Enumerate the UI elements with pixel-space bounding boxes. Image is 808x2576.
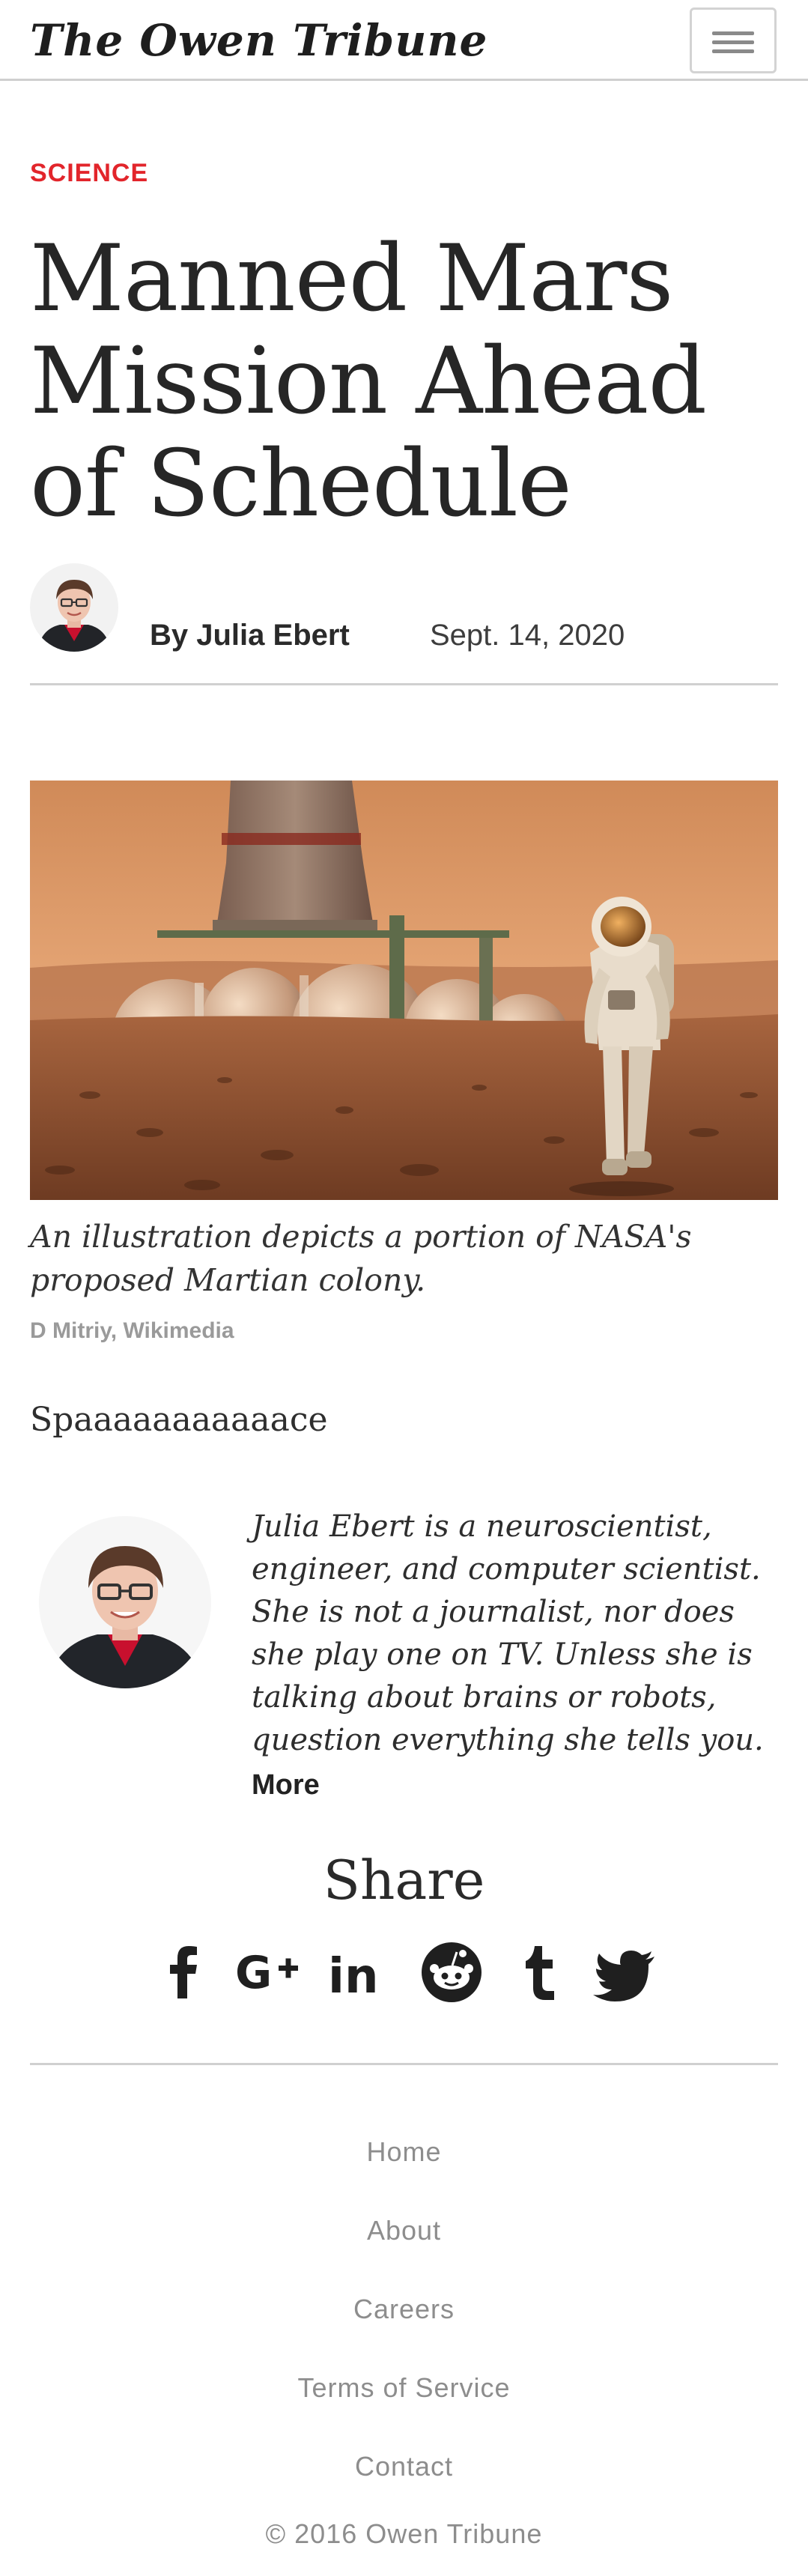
google-plus-icon[interactable]: G [234, 1939, 301, 2006]
share-icons: G in [150, 1939, 659, 2006]
footer-link-contact[interactable]: Contact [0, 2451, 808, 2482]
author-byline[interactable]: By Julia Ebert [150, 619, 350, 652]
footer-link-terms[interactable]: Terms of Service [0, 2372, 808, 2404]
author-more-link[interactable]: More [252, 1769, 320, 1801]
linkedin-icon[interactable]: in [325, 1939, 392, 2006]
byline-divider [30, 683, 778, 685]
section-label[interactable]: SCIENCE [30, 159, 148, 188]
menu-button[interactable] [690, 7, 777, 73]
footer-link-careers[interactable]: Careers [0, 2294, 808, 2325]
footer-copyright: © 2016 Owen Tribune [265, 2518, 543, 2549]
svg-text:in: in [328, 1949, 379, 2004]
article-headline: Manned Mars Mission Ahead of Schedule [30, 225, 707, 538]
site-logo[interactable]: The Owen Tribune [30, 12, 487, 69]
reddit-icon[interactable] [418, 1939, 485, 2006]
image-credit: D Mitriy, Wikimedia [30, 1318, 234, 1343]
footer-link-about[interactable]: About [0, 2215, 808, 2246]
footer-divider [30, 2063, 778, 2065]
share-title: Share [323, 1849, 485, 1912]
image-caption: An illustration depicts a portion of NAS… [30, 1219, 692, 1298]
article-body: Spaaaaaaaaaaace [30, 1401, 328, 1439]
hero-image [30, 781, 778, 1200]
twitter-icon[interactable] [592, 1939, 659, 2006]
author-bio-avatar[interactable] [39, 1516, 211, 1688]
author-bio-text: Julia Ebert is a neuroscientist, enginee… [252, 1509, 764, 1757]
svg-text:G: G [235, 1947, 272, 1999]
site-header: The Owen Tribune [0, 0, 808, 81]
facebook-icon[interactable] [150, 1939, 217, 2006]
publish-date: Sept. 14, 2020 [430, 619, 625, 652]
author-avatar[interactable] [30, 563, 118, 652]
footer-link-home[interactable]: Home [0, 2136, 808, 2168]
tumblr-icon[interactable] [505, 1939, 572, 2006]
